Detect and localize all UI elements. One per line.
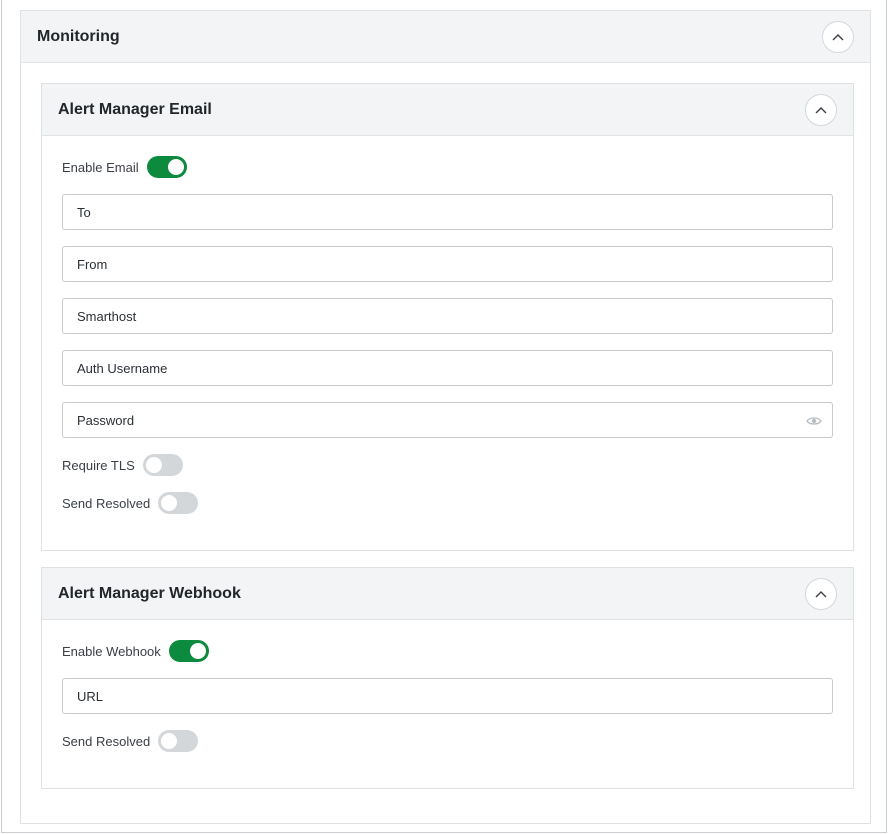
webhook-section-title: Alert Manager Webhook [58,584,241,602]
smarthost-field[interactable]: Smarthost [62,298,833,334]
chevron-up-icon [832,33,844,40]
email-collapse-button[interactable] [805,93,837,126]
monitoring-title: Monitoring [37,27,120,45]
to-field-label: To [77,204,91,220]
email-send-resolved-toggle[interactable] [158,492,199,514]
email-send-resolved-label: Send Resolved [62,495,151,511]
enable-email-toggle[interactable] [146,156,187,178]
email-section-title: Alert Manager Email [58,100,212,118]
webhook-send-resolved-toggle[interactable] [158,730,199,752]
monitoring-collapse-button[interactable] [822,20,854,53]
password-field[interactable]: Password [62,402,833,438]
from-field[interactable]: From [62,246,833,282]
chevron-up-icon [815,590,827,597]
email-send-resolved-row: Send Resolved [62,492,833,514]
toggle-knob [167,159,184,175]
eye-icon[interactable] [806,414,822,428]
chevron-up-icon [815,106,827,113]
enable-webhook-toggle[interactable] [168,640,209,662]
webhook-collapse-button[interactable] [805,577,837,610]
auth-username-field[interactable]: Auth Username [62,350,833,386]
auth-username-field-label: Auth Username [77,360,168,376]
enable-webhook-row: Enable Webhook [62,640,833,662]
toggle-knob [161,733,178,749]
require-tls-toggle[interactable] [142,454,183,476]
require-tls-label: Require TLS [62,457,135,473]
smarthost-field-label: Smarthost [77,308,137,324]
webhook-section-header: Alert Manager Webhook [42,568,853,620]
enable-email-label: Enable Email [62,159,139,175]
password-field-label: Password [77,412,135,428]
email-section: Alert Manager Email Enable Email To From… [41,83,854,551]
monitoring-panel: Monitoring Alert Manager Email Enable Em… [20,10,871,824]
require-tls-row: Require TLS [62,454,833,476]
monitoring-header: Monitoring [21,11,870,63]
toggle-knob [189,643,206,659]
window-frame: Monitoring Alert Manager Email Enable Em… [1,0,887,833]
email-section-header: Alert Manager Email [42,84,853,136]
toggle-knob [145,457,162,473]
url-field[interactable]: URL [62,678,833,714]
url-field-label: URL [77,688,104,704]
webhook-send-resolved-label: Send Resolved [62,733,151,749]
to-field[interactable]: To [62,194,833,230]
toggle-knob [161,495,178,511]
enable-email-row: Enable Email [62,156,833,178]
enable-webhook-label: Enable Webhook [62,643,161,659]
webhook-section: Alert Manager Webhook Enable Webhook URL… [41,567,854,789]
from-field-label: From [77,256,108,272]
webhook-send-resolved-row: Send Resolved [62,730,833,752]
